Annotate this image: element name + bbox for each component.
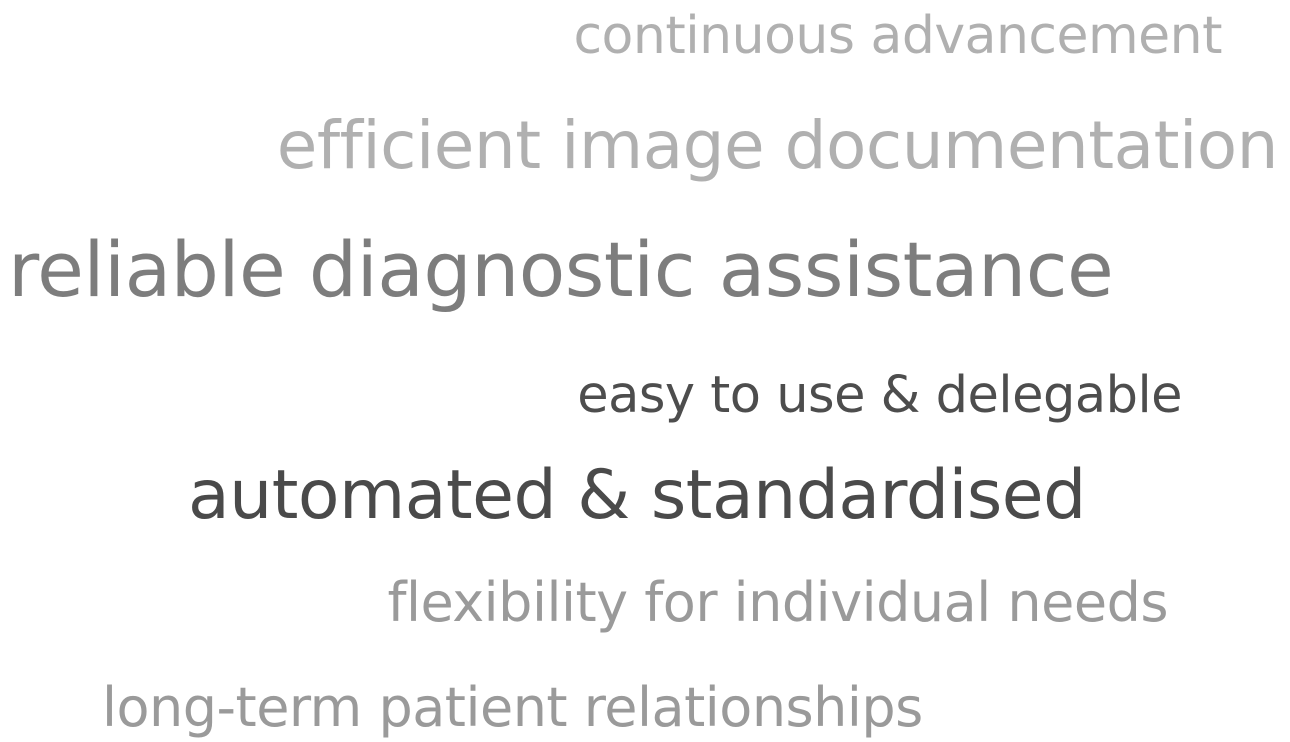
phrase-continuous-advancement: continuous advancement <box>573 6 1222 66</box>
phrase-flexibility-individual-needs: flexibility for individual needs <box>387 571 1168 634</box>
phrase-reliable-diagnostic-assistance: reliable diagnostic assistance <box>8 225 1114 314</box>
phrase-efficient-image-documentation: efficient image documentation <box>276 107 1279 184</box>
phrase-automated-standardised: automated & standardised <box>188 456 1086 535</box>
phrase-long-term-patient-relationships: long-term patient relationships <box>102 676 923 739</box>
phrase-easy-to-use-delegable: easy to use & delegable <box>577 366 1182 425</box>
